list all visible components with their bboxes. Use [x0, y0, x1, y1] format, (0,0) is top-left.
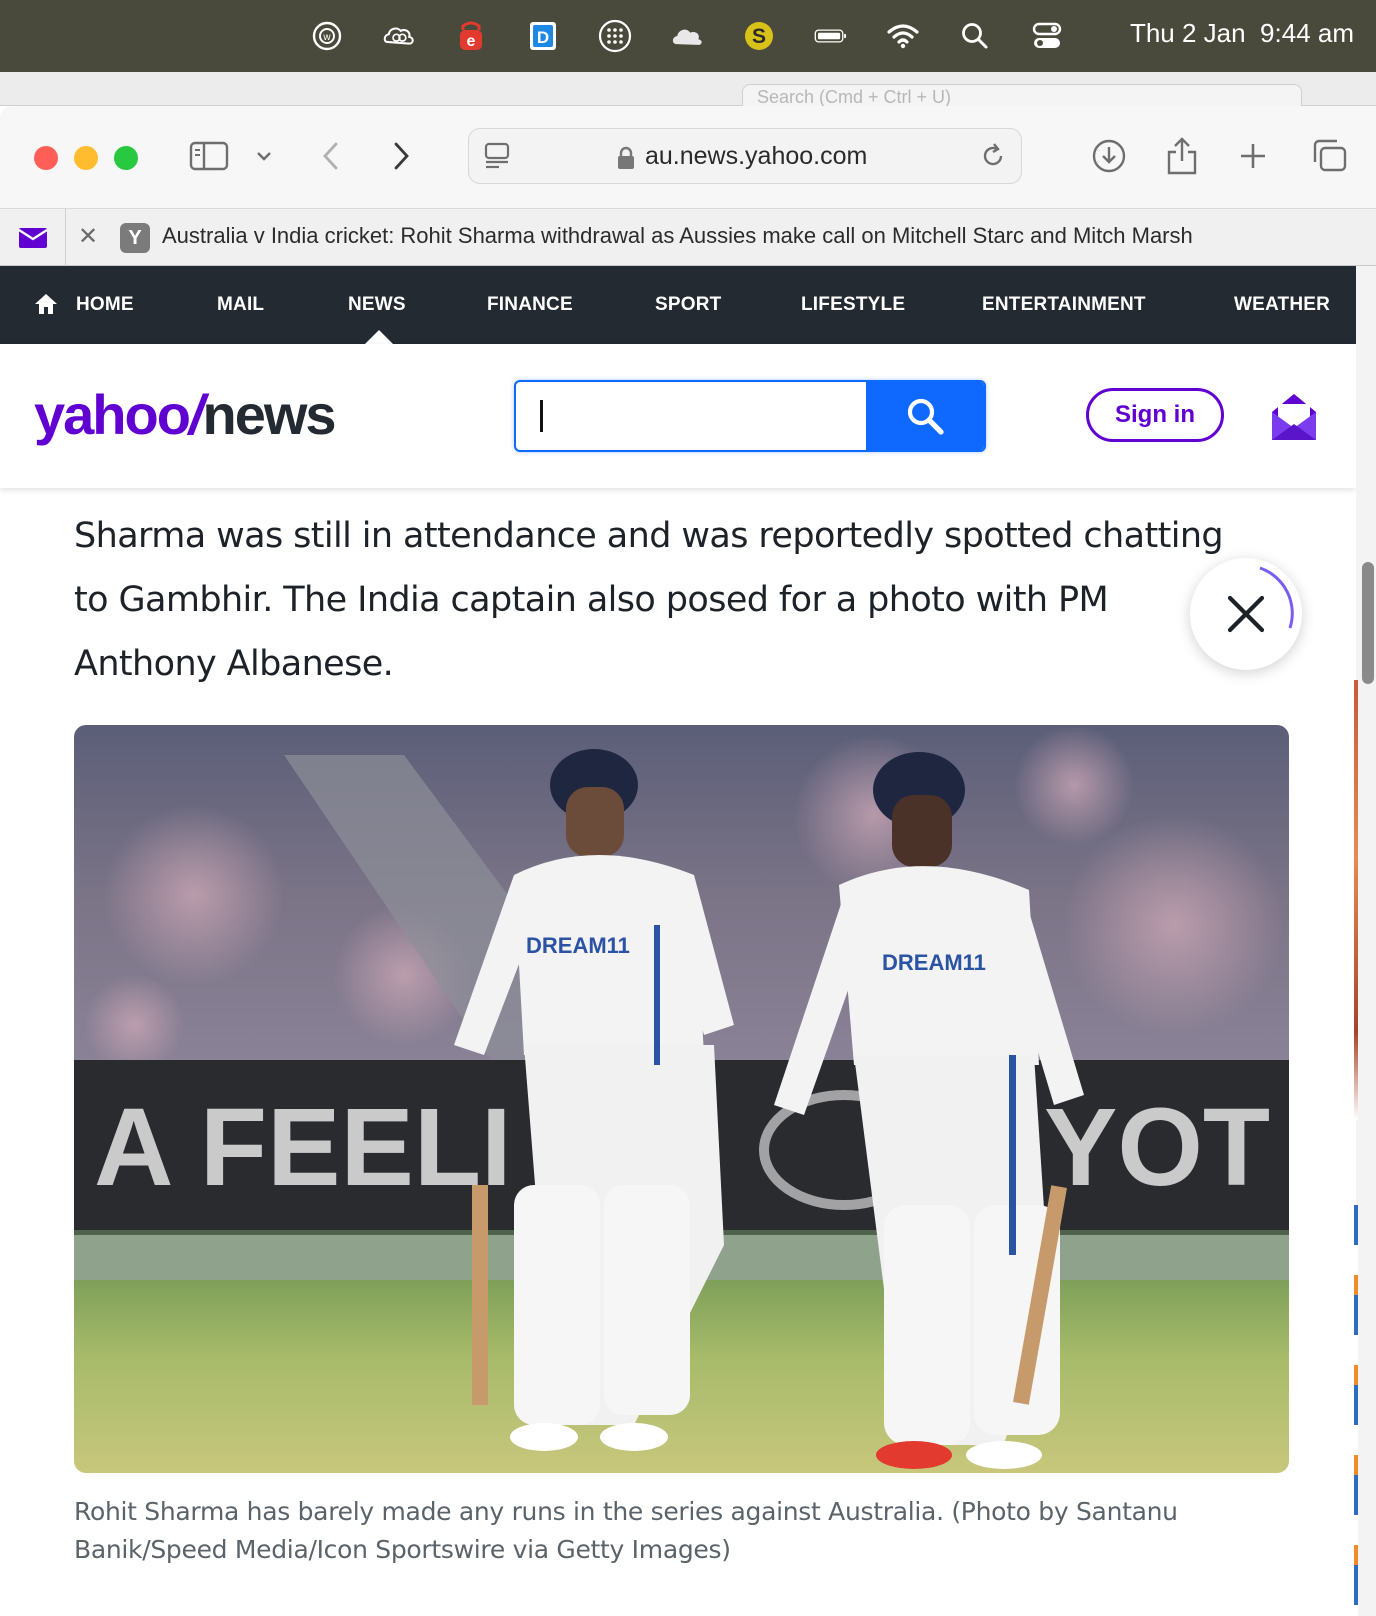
nav-item-entertainment[interactable]: ENTERTAINMENT: [982, 294, 1146, 316]
svg-text:S: S: [752, 25, 766, 48]
banner-text-right: YOT: [1044, 1086, 1270, 1209]
page-menu-icon[interactable]: [483, 141, 513, 176]
close-window-button[interactable]: [34, 146, 58, 170]
yahoo-news-logo[interactable]: yahoo/news: [34, 382, 337, 447]
logo-yahoo-text: yahoo: [34, 383, 191, 446]
yahoo-news-header: yahoo/news Sign in: [0, 344, 1356, 488]
zoom-window-button[interactable]: [114, 146, 138, 170]
mail-icon[interactable]: [1270, 390, 1318, 447]
dots-grid-icon[interactable]: [598, 19, 632, 53]
clock-time: 9:44 am: [1260, 18, 1354, 48]
jersey-text-right: DREAM11: [882, 950, 986, 975]
forward-chevron-icon[interactable]: [386, 134, 416, 178]
menu-bar-icons: w e D S: [310, 16, 1064, 56]
creative-cloud-icon[interactable]: [382, 19, 416, 53]
svg-text:e: e: [467, 33, 476, 50]
e-red-icon[interactable]: e: [454, 19, 488, 53]
countdown-ring: [1259, 566, 1294, 629]
w-circle-icon[interactable]: w: [310, 19, 344, 53]
sign-in-button[interactable]: Sign in: [1086, 388, 1224, 442]
control-center-icon[interactable]: [1030, 19, 1064, 53]
nav-item-sport[interactable]: SPORT: [655, 294, 721, 316]
wifi-icon[interactable]: [886, 19, 920, 53]
nav-item-lifestyle[interactable]: LIFESTYLE: [801, 294, 905, 316]
menu-bar-clock[interactable]: Thu 2 Jan 9:44 am: [1130, 18, 1354, 49]
logo-slash: /: [188, 383, 205, 446]
nav-item-finance[interactable]: FINANCE: [487, 294, 573, 316]
new-tab-plus-icon[interactable]: [1236, 134, 1270, 178]
text-cursor: [540, 400, 543, 432]
active-nav-indicator: [365, 330, 393, 344]
yahoo-top-nav: HOME MAIL NEWS FINANCE SPORT LIFESTYLE E…: [0, 266, 1356, 344]
nav-item-home[interactable]: HOME: [76, 294, 134, 316]
pinned-mail-tab[interactable]: [0, 209, 66, 267]
macos-menu-bar: w e D S Thu 2 Jan 9:44 am: [0, 0, 1376, 72]
svg-text:w: w: [322, 32, 331, 43]
search-button[interactable]: [866, 382, 984, 450]
reload-icon[interactable]: [979, 142, 1007, 175]
photo-caption: Rohit Sharma has barely made any runs in…: [74, 1497, 1178, 1564]
spotlight-search-icon[interactable]: [958, 19, 992, 53]
search-input[interactable]: [516, 382, 868, 450]
address-bar[interactable]: au.news.yahoo.com: [468, 128, 1022, 184]
adjacent-content-edge-lower: [1354, 1205, 1358, 1616]
downloads-icon[interactable]: [1090, 134, 1128, 178]
background-window-strip: Search (Cmd + Ctrl + U): [0, 72, 1376, 110]
close-overlay-button[interactable]: [1190, 558, 1302, 670]
banner-text-left: A FEELI: [94, 1086, 512, 1209]
home-icon[interactable]: [34, 292, 58, 321]
search-icon: [907, 398, 944, 435]
url-text: au.news.yahoo.com: [645, 142, 868, 170]
yahoo-favicon-icon: Y: [120, 223, 150, 253]
cloud-icon[interactable]: [670, 19, 704, 53]
nav-item-weather[interactable]: WEATHER: [1234, 294, 1330, 316]
lock-icon: [617, 146, 635, 175]
mail-envelope-icon: [17, 228, 48, 248]
nav-item-news[interactable]: NEWS: [348, 294, 406, 316]
back-chevron-icon[interactable]: [316, 134, 346, 178]
s-yellow-app-icon[interactable]: S: [742, 19, 776, 53]
active-tab-title[interactable]: Australia v India cricket: Rohit Sharma …: [162, 223, 1193, 249]
article-photo: A FEELI YOT DREAM11 DREAM11: [74, 725, 1289, 1473]
tab-overview-icon[interactable]: [1310, 134, 1350, 178]
search-box: [514, 380, 986, 452]
nav-item-mail[interactable]: MAIL: [217, 294, 264, 316]
page-scrollbar-thumb[interactable]: [1362, 562, 1374, 684]
logo-news-text: news: [202, 383, 336, 446]
minimize-window-button[interactable]: [74, 146, 98, 170]
d-blue-app-icon[interactable]: D: [526, 19, 560, 53]
sidebar-toggle-icon[interactable]: [186, 134, 232, 178]
svg-text:D: D: [537, 28, 549, 47]
adjacent-content-edge: [1354, 680, 1358, 1120]
jersey-text-left: DREAM11: [526, 933, 630, 958]
battery-icon[interactable]: [814, 19, 848, 53]
browser-toolbar: au.news.yahoo.com: [0, 106, 1376, 208]
article-paragraph: Sharma was still in attendance and was r…: [74, 516, 1224, 684]
sidebar-chevron-down-icon[interactable]: [252, 134, 276, 178]
clock-date: Thu 2 Jan: [1129, 18, 1246, 48]
page-scrollbar-track[interactable]: [1356, 266, 1376, 1616]
close-tab-icon[interactable]: ✕: [78, 225, 98, 249]
tab-bar: ✕ Y Australia v India cricket: Rohit Sha…: [0, 208, 1376, 267]
share-icon[interactable]: [1164, 134, 1200, 178]
